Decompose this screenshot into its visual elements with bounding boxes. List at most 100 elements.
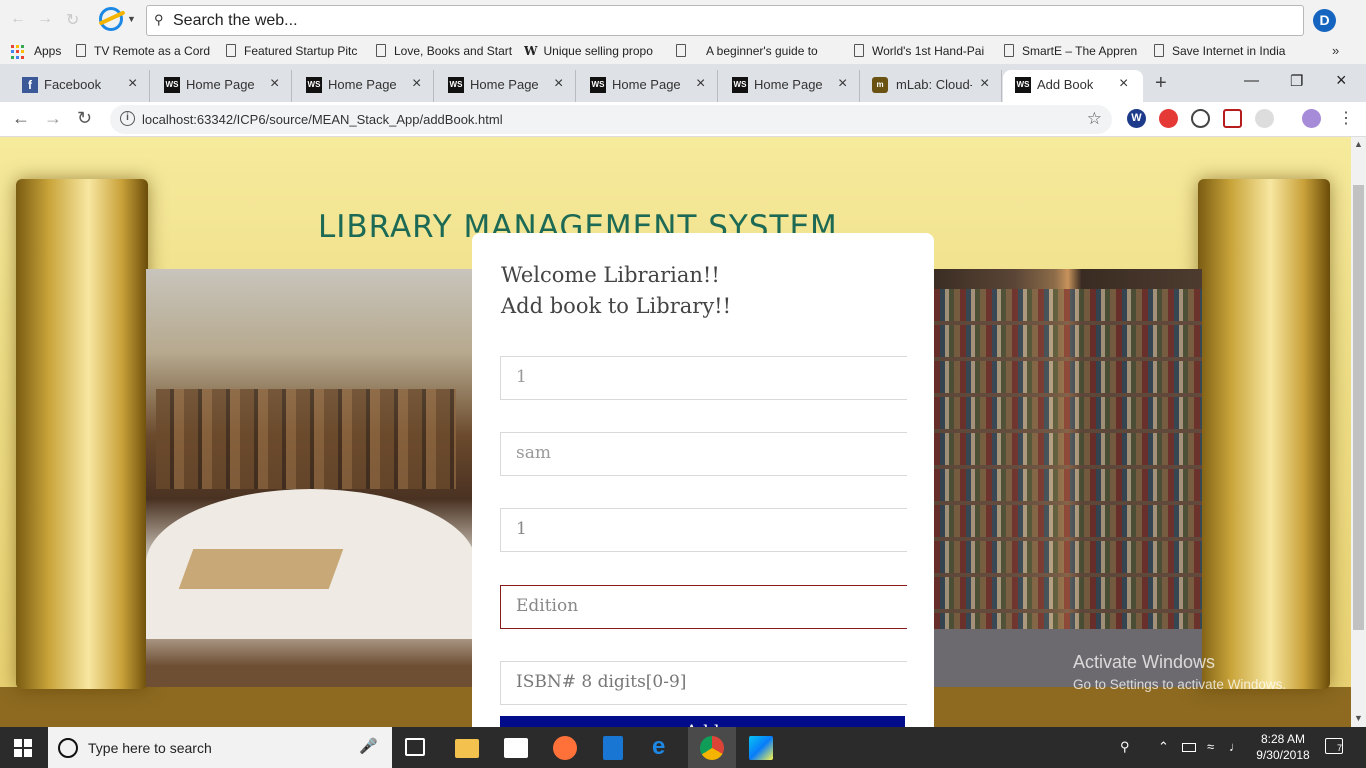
add-book-form: Welcome Librarian!! Add book to Library!… bbox=[472, 233, 934, 727]
webstorm-icon: WS bbox=[590, 77, 606, 93]
tab-mlab[interactable]: m mLab: Cloud-H × bbox=[860, 70, 1002, 102]
tab-home-page[interactable]: WS Home Page × bbox=[576, 70, 718, 102]
forward-arrow-icon[interactable]: → bbox=[37, 10, 53, 28]
webstorm-taskbar-icon[interactable] bbox=[749, 736, 773, 760]
edition-field[interactable]: Edition bbox=[500, 585, 907, 629]
close-icon[interactable]: × bbox=[696, 75, 705, 93]
activate-windows-watermark: Activate Windows Go to Settings to activ… bbox=[1073, 652, 1287, 692]
webstorm-icon: WS bbox=[732, 77, 748, 93]
web-search-bar-row: ← → ↻ ▼ ⚲ Search the web... D bbox=[0, 0, 1366, 40]
close-icon[interactable]: × bbox=[128, 75, 137, 93]
refresh-icon[interactable]: ↻ bbox=[66, 10, 79, 30]
minimize-button[interactable]: — bbox=[1244, 72, 1259, 89]
edge-icon[interactable]: e bbox=[652, 735, 676, 760]
close-icon[interactable]: × bbox=[412, 75, 421, 93]
library-photo-right bbox=[934, 269, 1202, 687]
more-menu-icon[interactable]: ⋮ bbox=[1338, 108, 1354, 128]
webstorm-icon: WS bbox=[306, 77, 322, 93]
page-icon bbox=[76, 44, 86, 57]
wikipedia-icon: W bbox=[524, 44, 538, 58]
taskbar-search-input[interactable]: Type here to search 🎤 bbox=[48, 727, 392, 768]
bookmark-item[interactable]: SmartE – The Appren bbox=[1004, 44, 1140, 58]
internet-explorer-icon[interactable] bbox=[99, 7, 123, 31]
author-field[interactable]: sam bbox=[500, 432, 907, 476]
scrollbar-thumb[interactable] bbox=[1353, 185, 1364, 630]
bookmark-item[interactable]: TV Remote as a Cord bbox=[76, 44, 216, 58]
close-icon[interactable]: × bbox=[838, 75, 847, 93]
add-book-button[interactable]: Add bbox=[500, 716, 905, 727]
bookmark-item[interactable]: Featured Startup Pitc bbox=[226, 44, 366, 58]
page-icon bbox=[676, 44, 686, 57]
back-button[interactable]: ← bbox=[12, 108, 30, 129]
bookmark-star-icon[interactable]: ☆ bbox=[1087, 109, 1102, 129]
close-icon[interactable]: × bbox=[270, 75, 279, 93]
chevron-down-icon[interactable]: ▼ bbox=[127, 14, 136, 24]
bookmark-item[interactable]: W Unique selling propo bbox=[524, 44, 664, 58]
profile-avatar-icon[interactable] bbox=[1302, 109, 1321, 128]
task-view-icon[interactable] bbox=[405, 738, 425, 756]
url-input[interactable]: i localhost:63342/ICP6/source/MEAN_Stack… bbox=[110, 105, 1112, 134]
apps-grid-icon[interactable] bbox=[11, 45, 25, 59]
tab-home-page[interactable]: WS Home Page × bbox=[292, 70, 434, 102]
scroll-up-icon[interactable]: ▲ bbox=[1354, 139, 1363, 149]
close-window-button[interactable]: × bbox=[1336, 70, 1347, 91]
tab-facebook[interactable]: f Facebook × bbox=[0, 70, 150, 102]
webstorm-icon: WS bbox=[448, 77, 464, 93]
extension-pocket-icon[interactable] bbox=[1223, 109, 1242, 128]
bookmark-item[interactable]: A beginner's guide to bbox=[676, 44, 840, 58]
battery-icon[interactable] bbox=[1182, 743, 1196, 752]
bookmark-item[interactable]: World's 1st Hand-Pai bbox=[854, 44, 990, 58]
wifi-icon[interactable]: ≈ bbox=[1207, 739, 1214, 754]
extension-disabled-icon[interactable] bbox=[1255, 109, 1274, 128]
people-icon[interactable]: ⚲ bbox=[1120, 739, 1130, 755]
tab-home-page[interactable]: WS Home Page × bbox=[434, 70, 576, 102]
book-id-field[interactable]: 1 bbox=[500, 356, 907, 400]
maximize-button[interactable]: ❐ bbox=[1290, 72, 1303, 90]
chrome-icon[interactable] bbox=[700, 736, 724, 760]
bookmark-apps[interactable]: Apps bbox=[34, 44, 61, 58]
bookmark-item[interactable]: Save Internet in India bbox=[1154, 44, 1288, 58]
reload-button[interactable]: ↻ bbox=[77, 108, 92, 129]
action-center-icon[interactable]: 7 bbox=[1325, 738, 1343, 754]
firefox-icon[interactable] bbox=[553, 736, 577, 760]
tab-home-page[interactable]: WS Home Page × bbox=[718, 70, 860, 102]
search-icon: ⚲ bbox=[154, 12, 164, 27]
tab-home-page[interactable]: WS Home Page × bbox=[150, 70, 292, 102]
photos-icon[interactable] bbox=[603, 736, 623, 760]
quantity-field[interactable]: 1 bbox=[500, 508, 907, 552]
file-explorer-icon[interactable] bbox=[455, 739, 479, 758]
right-pillar bbox=[1198, 179, 1330, 689]
store-icon[interactable] bbox=[504, 738, 528, 758]
show-hidden-icons-chevron[interactable]: ⌃ bbox=[1158, 739, 1169, 755]
web-search-input[interactable]: ⚲ Search the web... bbox=[146, 5, 1304, 36]
tab-add-book[interactable]: WS Add Book × bbox=[1003, 70, 1143, 102]
extension-gauge-icon[interactable] bbox=[1191, 109, 1210, 128]
system-clock[interactable]: 8:28 AM 9/30/2018 bbox=[1253, 731, 1313, 763]
page-icon bbox=[1154, 44, 1164, 57]
new-tab-button[interactable]: + bbox=[1155, 72, 1167, 95]
scroll-down-icon[interactable]: ▼ bbox=[1354, 713, 1363, 723]
webstorm-icon: WS bbox=[164, 77, 180, 93]
library-photo-left bbox=[146, 269, 476, 687]
info-icon[interactable]: i bbox=[120, 111, 135, 126]
page-icon bbox=[854, 44, 864, 57]
close-icon[interactable]: × bbox=[554, 75, 563, 93]
extension-w-icon[interactable]: W bbox=[1127, 109, 1146, 128]
url-text: localhost:63342/ICP6/source/MEAN_Stack_A… bbox=[142, 112, 503, 127]
facebook-icon: f bbox=[22, 77, 38, 93]
isbn-field[interactable]: ISBN# 8 digits[0-9] bbox=[500, 661, 907, 705]
microphone-icon[interactable]: 🎤 bbox=[359, 737, 378, 755]
book-stand-image bbox=[178, 549, 344, 589]
back-arrow-icon[interactable]: ← bbox=[10, 10, 26, 28]
bookmarks-overflow-icon[interactable]: » bbox=[1332, 43, 1339, 58]
close-icon[interactable]: × bbox=[980, 75, 989, 93]
page-icon bbox=[226, 44, 236, 57]
volume-icon[interactable]: ♩ bbox=[1229, 739, 1242, 754]
page-scrollbar[interactable]: ▲ ▼ bbox=[1351, 137, 1366, 727]
forward-button[interactable]: → bbox=[44, 108, 62, 129]
close-icon[interactable]: × bbox=[1119, 75, 1128, 93]
profile-avatar[interactable]: D bbox=[1313, 9, 1336, 32]
windows-start-icon[interactable] bbox=[14, 739, 32, 757]
extension-opera-icon[interactable] bbox=[1159, 109, 1178, 128]
bookmark-item[interactable]: Love, Books and Start bbox=[376, 44, 516, 58]
